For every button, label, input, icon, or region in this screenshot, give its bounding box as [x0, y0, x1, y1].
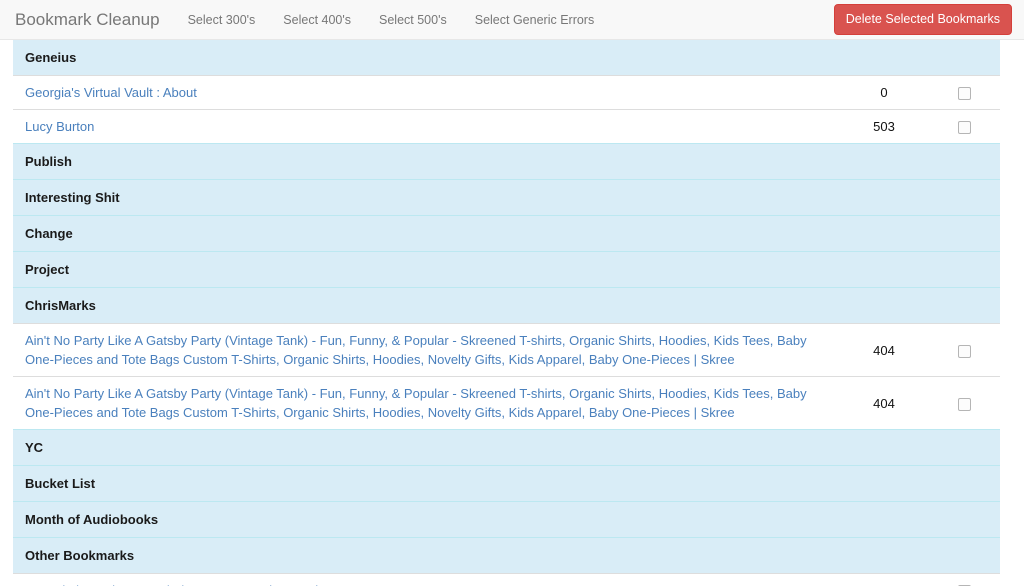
folder-code-cell [839, 287, 925, 324]
folder-title-cell: Geneius [13, 40, 839, 76]
status-code-cell: 0 [839, 573, 925, 586]
folder-row: Interesting Shit [13, 179, 1000, 216]
status-code-cell: 404 [839, 323, 925, 377]
folder-title: Other Bookmarks [25, 548, 135, 563]
bookmark-title-cell: Ain't No Party Like A Gatsby Party (Vint… [13, 323, 839, 377]
folder-title-cell: YC [13, 429, 839, 466]
bookmark-check-cell [925, 109, 1000, 144]
bookmark-row: Lucy Burton 503 [13, 109, 1000, 144]
bookmark-table-body: Geneius Georgia's Virtual Vault : About 0 L… [13, 40, 1000, 586]
folder-check-cell [925, 143, 1000, 180]
folder-title: Change [25, 226, 73, 241]
folder-check-cell [925, 537, 1000, 574]
folder-row: Change [13, 215, 1000, 252]
folder-title-cell: Publish [13, 143, 839, 180]
bookmark-select-checkbox[interactable] [958, 344, 971, 358]
folder-row: Project [13, 251, 1000, 288]
delete-selected-bookmarks-button[interactable]: Delete Selected Bookmarks [833, 3, 1012, 36]
bookmark-check-cell [925, 573, 1000, 586]
folder-code-cell [839, 537, 925, 574]
status-code-cell: 0 [839, 75, 925, 110]
folder-check-cell [925, 287, 1000, 324]
folder-code-cell [839, 179, 925, 216]
bookmark-check-cell [925, 323, 1000, 377]
bookmark-link[interactable]: Ain't No Party Like A Gatsby Party (Vint… [25, 333, 807, 367]
navbar: Bookmark Cleanup Select 300's Select 400'… [0, 0, 1024, 40]
bookmark-link[interactable]: Ain't No Party Like A Gatsby Party (Vint… [25, 386, 807, 420]
status-code-cell: 404 [839, 376, 925, 430]
bookmark-row: Ain't No Party Like A Gatsby Party (Vint… [13, 323, 1000, 377]
folder-title: Publish [25, 154, 72, 169]
folder-title-cell: Project [13, 251, 839, 288]
folder-row: Month of Audiobooks [13, 501, 1000, 538]
folder-check-cell [925, 215, 1000, 252]
folder-title: ChrisMarks [25, 298, 96, 313]
nav-link-select-500s[interactable]: Select 500's [365, 10, 461, 30]
folder-check-cell [925, 429, 1000, 466]
folder-row: Other Bookmarks [13, 537, 1000, 574]
navbar-brand[interactable]: Bookmark Cleanup [13, 10, 174, 30]
folder-check-cell [925, 40, 1000, 76]
folder-code-cell [839, 501, 925, 538]
status-code: 404 [873, 342, 895, 358]
bookmark-title-cell: 31 Websites Where To Find Free HQ Wordpr… [13, 573, 839, 586]
bookmark-link[interactable]: Lucy Burton [25, 119, 94, 134]
navbar-right: Delete Selected Bookmarks [833, 3, 1012, 36]
folder-check-cell [925, 251, 1000, 288]
bookmark-link[interactable]: Georgia's Virtual Vault : About [25, 85, 197, 100]
folder-code-cell [839, 251, 925, 288]
folder-code-cell [839, 40, 925, 76]
folder-title-cell: Month of Audiobooks [13, 501, 839, 538]
folder-row: Bucket List [13, 465, 1000, 502]
folder-code-cell [839, 429, 925, 466]
folder-title: Interesting Shit [25, 190, 120, 205]
bookmark-check-cell [925, 75, 1000, 110]
folder-row: Geneius [13, 40, 1000, 76]
folder-title-cell: Change [13, 215, 839, 252]
folder-code-cell [839, 465, 925, 502]
folder-title: Bucket List [25, 476, 96, 491]
bookmark-row: 31 Websites Where To Find Free HQ Wordpr… [13, 573, 1000, 586]
bookmark-select-checkbox[interactable] [958, 87, 971, 101]
folder-title: Project [25, 262, 70, 277]
bookmark-row: Ain't No Party Like A Gatsby Party (Vint… [13, 376, 1000, 430]
navbar-nav: Select 300's Select 400's Select 500's Sele… [174, 10, 609, 30]
nav-link-select-300s[interactable]: Select 300's [174, 10, 270, 30]
nav-item-select-300s[interactable]: Select 300's [174, 10, 270, 30]
folder-code-cell [839, 143, 925, 180]
status-code: 404 [873, 395, 895, 411]
bookmark-select-checkbox[interactable] [958, 397, 971, 411]
nav-link-select-generic-errors[interactable]: Select Generic Errors [461, 10, 608, 30]
nav-link-select-400s[interactable]: Select 400's [269, 10, 365, 30]
bookmark-title-cell: Lucy Burton [13, 109, 839, 144]
folder-title: Geneius [25, 50, 77, 65]
nav-item-select-generic-errors[interactable]: Select Generic Errors [461, 10, 608, 30]
bookmark-title-cell: Ain't No Party Like A Gatsby Party (Vint… [13, 376, 839, 430]
folder-title-cell: Bucket List [13, 465, 839, 502]
folder-code-cell [839, 215, 925, 252]
folder-title-cell: Interesting Shit [13, 179, 839, 216]
folder-title-cell: ChrisMarks [13, 287, 839, 324]
status-code-cell: 503 [839, 109, 925, 144]
bookmark-check-cell [925, 376, 1000, 430]
bookmark-select-checkbox[interactable] [958, 121, 971, 135]
nav-item-select-400s[interactable]: Select 400's [269, 10, 365, 30]
folder-check-cell [925, 179, 1000, 216]
folder-check-cell [925, 501, 1000, 538]
bookmark-table: Geneius Georgia's Virtual Vault : About 0 L… [13, 40, 1000, 586]
folder-row: YC [13, 429, 1000, 466]
folder-title-cell: Other Bookmarks [13, 537, 839, 574]
bookmark-list-container: Geneius Georgia's Virtual Vault : About 0 L… [0, 40, 1024, 586]
status-code: 503 [873, 119, 895, 134]
bookmark-title-cell: Georgia's Virtual Vault : About [13, 75, 839, 110]
nav-item-select-500s[interactable]: Select 500's [365, 10, 461, 30]
folder-title: Month of Audiobooks [25, 512, 159, 527]
folder-check-cell [925, 465, 1000, 502]
folder-row: Publish [13, 143, 1000, 180]
status-code: 0 [880, 85, 888, 100]
bookmark-row: Georgia's Virtual Vault : About 0 [13, 75, 1000, 110]
folder-title: YC [25, 440, 44, 455]
folder-row: ChrisMarks [13, 287, 1000, 324]
